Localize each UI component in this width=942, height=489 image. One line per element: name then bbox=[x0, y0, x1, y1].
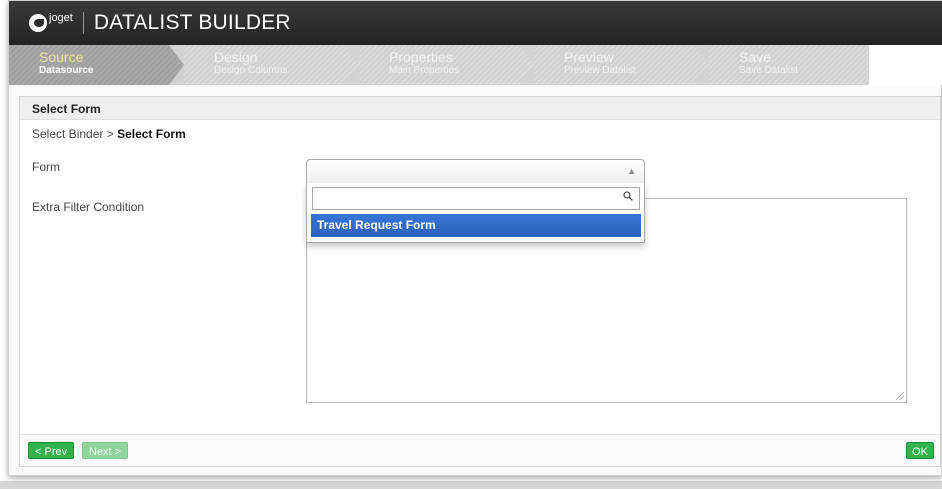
bottom-strip bbox=[0, 481, 942, 489]
joget-logo-icon bbox=[29, 14, 47, 32]
app-title: DATALIST BUILDER bbox=[93, 11, 291, 34]
prev-button[interactable]: < Prev bbox=[28, 442, 75, 459]
next-button[interactable]: Next > bbox=[82, 442, 129, 459]
step-save[interactable]: Save Save Datalist bbox=[709, 45, 869, 85]
step-subtitle: Datasource bbox=[39, 65, 94, 76]
step-design[interactable]: Design Design Columns bbox=[184, 45, 359, 85]
breadcrumb: Select Binder > Select Form bbox=[20, 120, 940, 141]
step-title: Properties bbox=[389, 49, 453, 65]
form-label: Form bbox=[32, 160, 60, 174]
step-properties[interactable]: Properties Main Properties bbox=[359, 45, 534, 85]
app-header: joget DATALIST BUILDER bbox=[9, 1, 942, 45]
search-icon bbox=[623, 191, 633, 201]
step-title: Source bbox=[39, 49, 84, 65]
breadcrumb-current: Select Form bbox=[117, 127, 186, 141]
ok-button[interactable]: OK bbox=[906, 442, 934, 459]
resize-grip-icon[interactable] bbox=[896, 392, 904, 400]
header-divider bbox=[82, 12, 84, 34]
step-title: Design bbox=[214, 49, 258, 65]
panel-heading: Select Form bbox=[20, 97, 940, 120]
builder-window: joget DATALIST BUILDER Source Datasource… bbox=[8, 0, 942, 476]
dropdown-option-travel-request-form[interactable]: Travel Request Form bbox=[311, 214, 641, 237]
select-form-panel: Select Form Select Binder > Select Form … bbox=[19, 96, 941, 467]
step-preview[interactable]: Preview Preview Datalist bbox=[534, 45, 709, 85]
filter-label: Extra Filter Condition bbox=[32, 200, 145, 214]
panel-footer: < Prev Next > OK bbox=[20, 434, 940, 466]
wizard-steps: Source Datasource Design Design Columns … bbox=[9, 45, 942, 85]
logo-text: joget bbox=[49, 12, 73, 24]
form-select-dropdown: Travel Request Form bbox=[306, 183, 645, 243]
step-source[interactable]: Source Datasource bbox=[9, 45, 184, 85]
step-subtitle: Design Columns bbox=[214, 65, 288, 76]
steps-filler bbox=[869, 45, 942, 85]
step-subtitle: Save Datalist bbox=[739, 65, 798, 76]
dropdown-search-input[interactable] bbox=[312, 187, 640, 210]
step-title: Save bbox=[739, 49, 771, 65]
step-subtitle: Preview Datalist bbox=[564, 65, 636, 76]
form-select[interactable]: ▲ bbox=[306, 159, 645, 184]
joget-logo: joget bbox=[29, 12, 73, 34]
caret-up-icon: ▲ bbox=[627, 166, 636, 176]
step-title: Preview bbox=[564, 49, 614, 65]
step-subtitle: Main Properties bbox=[389, 65, 460, 76]
breadcrumb-prefix: Select Binder > bbox=[32, 127, 118, 141]
